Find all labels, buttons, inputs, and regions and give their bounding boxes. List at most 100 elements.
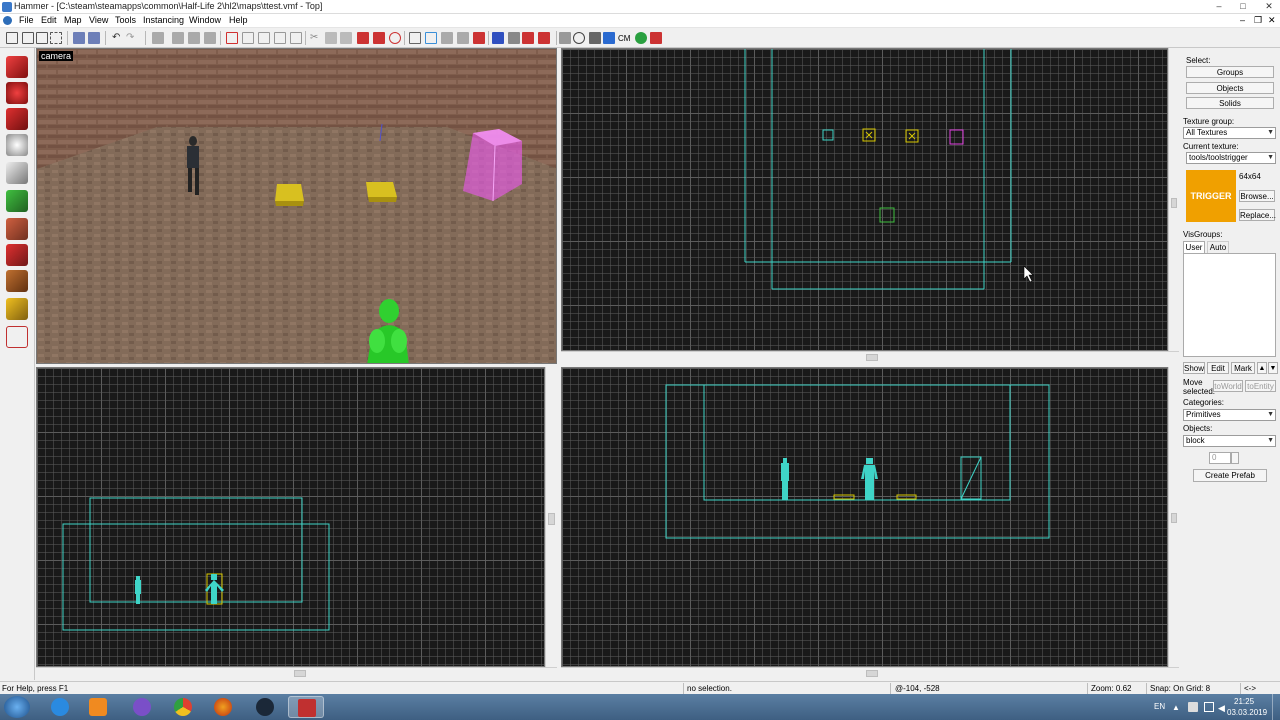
scroll-thumb[interactable] <box>1171 513 1177 523</box>
camera-tool-icon[interactable] <box>6 108 28 130</box>
language-indicator[interactable]: EN <box>1154 702 1165 711</box>
copy-icon[interactable] <box>325 32 337 44</box>
taskbar-media[interactable] <box>80 696 116 718</box>
clipping-tool-icon[interactable] <box>6 298 28 320</box>
scroll-thumb[interactable] <box>866 670 878 677</box>
menu-file[interactable]: File <box>19 15 34 25</box>
load-pointfile-icon[interactable] <box>650 32 662 44</box>
move-down-icon[interactable]: ▼ <box>1268 362 1278 374</box>
clock-date[interactable]: 03.03.2019 <box>1227 708 1267 717</box>
network-icon[interactable] <box>1204 702 1214 712</box>
radius-culling-icon[interactable] <box>389 32 401 44</box>
texture-group-dropdown[interactable]: All Textures ▼ <box>1183 127 1276 139</box>
to-world-button[interactable]: toWorld <box>1213 380 1243 392</box>
scroll-thumb[interactable] <box>548 513 555 525</box>
snap-selection-icon[interactable] <box>441 32 453 44</box>
objects-dropdown[interactable]: block ▼ <box>1183 435 1276 447</box>
minimize-button[interactable]: – <box>1212 1 1226 12</box>
magnify-tool-icon[interactable] <box>6 82 28 104</box>
select-all-icon[interactable] <box>409 32 421 44</box>
grid-toggle-icon[interactable] <box>6 32 18 44</box>
tray-expand-icon[interactable]: ▲ <box>1172 703 1180 712</box>
menu-view[interactable]: View <box>89 15 108 25</box>
run-map-icon[interactable] <box>635 32 647 44</box>
selection-tool-icon[interactable] <box>6 56 28 78</box>
taskbar-steam[interactable] <box>247 696 283 718</box>
lighting-preview-icon[interactable] <box>603 32 615 44</box>
select-objects-button[interactable]: Objects <box>1186 82 1274 94</box>
camera-settings-icon[interactable] <box>573 32 585 44</box>
document-icon[interactable] <box>3 16 12 25</box>
taskbar-ie[interactable] <box>42 696 78 718</box>
flip-horizontal-icon[interactable] <box>258 32 270 44</box>
menu-edit[interactable]: Edit <box>41 15 57 25</box>
faces-input[interactable]: 0 <box>1209 452 1231 464</box>
scissors-icon[interactable]: ✂ <box>310 32 322 44</box>
top-2d-viewport[interactable] <box>561 48 1168 351</box>
carve-icon[interactable] <box>152 32 164 44</box>
doc-close-button[interactable]: ✕ <box>1268 15 1276 26</box>
doc-minimize-button[interactable]: – <box>1240 15 1245 25</box>
show-connections-icon[interactable] <box>522 32 534 44</box>
top-view-vscrollbar[interactable] <box>1168 48 1179 351</box>
undo-icon[interactable]: ↶ <box>112 32 124 44</box>
taskbar-chrome[interactable] <box>165 696 201 718</box>
side-2d-viewport[interactable] <box>561 367 1168 667</box>
copy-selection-icon[interactable] <box>88 32 100 44</box>
menu-instancing[interactable]: Instancing <box>143 15 184 25</box>
entity-tool-icon[interactable] <box>6 134 28 156</box>
front-view-vscrollbar[interactable] <box>545 367 557 667</box>
front-2d-viewport[interactable] <box>36 367 545 667</box>
browse-button[interactable]: Browse... <box>1239 190 1275 202</box>
to-entity-icon[interactable] <box>226 32 238 44</box>
select-solids-button[interactable]: Solids <box>1186 97 1274 109</box>
show-detail-icon[interactable] <box>538 32 550 44</box>
grid-smaller-icon[interactable] <box>22 32 34 44</box>
create-prefab-button[interactable]: Create Prefab <box>1193 469 1267 482</box>
menu-help[interactable]: Help <box>229 15 248 25</box>
volume-icon[interactable]: ◀ <box>1218 703 1225 714</box>
scroll-thumb[interactable] <box>294 670 306 677</box>
show-models-icon[interactable] <box>508 32 520 44</box>
maximize-button[interactable]: □ <box>1236 1 1250 12</box>
grid-snap-icon[interactable] <box>50 32 62 44</box>
apply-texture-icon[interactable] <box>6 218 28 240</box>
cut-selection-icon[interactable] <box>73 32 85 44</box>
align-icon[interactable] <box>290 32 302 44</box>
texture-scale-lock-icon[interactable] <box>373 32 385 44</box>
ungroup-icon[interactable] <box>188 32 200 44</box>
menu-map[interactable]: Map <box>64 15 82 25</box>
top-view-hscrollbar[interactable] <box>561 351 1179 363</box>
paste-icon[interactable] <box>340 32 352 44</box>
to-world-icon[interactable] <box>242 32 254 44</box>
grid-larger-icon[interactable] <box>36 32 48 44</box>
vertex-tool-icon[interactable] <box>6 326 28 348</box>
redo-icon[interactable]: ↷ <box>126 32 138 44</box>
start-button-icon[interactable] <box>4 696 30 718</box>
flip-vertical-icon[interactable] <box>274 32 286 44</box>
group-icon[interactable] <box>172 32 184 44</box>
menu-tools[interactable]: Tools <box>115 15 136 25</box>
action-center-icon[interactable] <box>1188 702 1198 712</box>
clock-time[interactable]: 21:25 <box>1234 697 1254 706</box>
taskbar-firefox[interactable] <box>205 696 241 718</box>
taskbar-hammer[interactable] <box>288 696 324 718</box>
overlay-tool-icon[interactable] <box>6 270 28 292</box>
to-entity-button[interactable]: toEntity <box>1245 380 1276 392</box>
mark-button[interactable]: Mark <box>1231 362 1255 374</box>
scroll-thumb[interactable] <box>1171 198 1177 208</box>
edit-button[interactable]: Edit <box>1207 362 1229 374</box>
taskbar-viber[interactable] <box>124 696 160 718</box>
decal-tool-icon[interactable] <box>6 244 28 266</box>
show-helpers-icon[interactable] <box>492 32 504 44</box>
close-button[interactable]: ✕ <box>1262 1 1276 12</box>
show-button[interactable]: Show <box>1183 362 1205 374</box>
select-box-icon[interactable] <box>425 32 437 44</box>
block-tool-icon[interactable] <box>6 162 28 184</box>
scroll-thumb[interactable] <box>866 354 878 361</box>
hide-selected-icon[interactable] <box>204 32 216 44</box>
show-desktop-button[interactable] <box>1272 694 1280 720</box>
side-view-hscrollbar[interactable] <box>561 667 1179 680</box>
side-view-vscrollbar[interactable] <box>1168 367 1179 667</box>
visgroups-list[interactable] <box>1183 253 1276 357</box>
